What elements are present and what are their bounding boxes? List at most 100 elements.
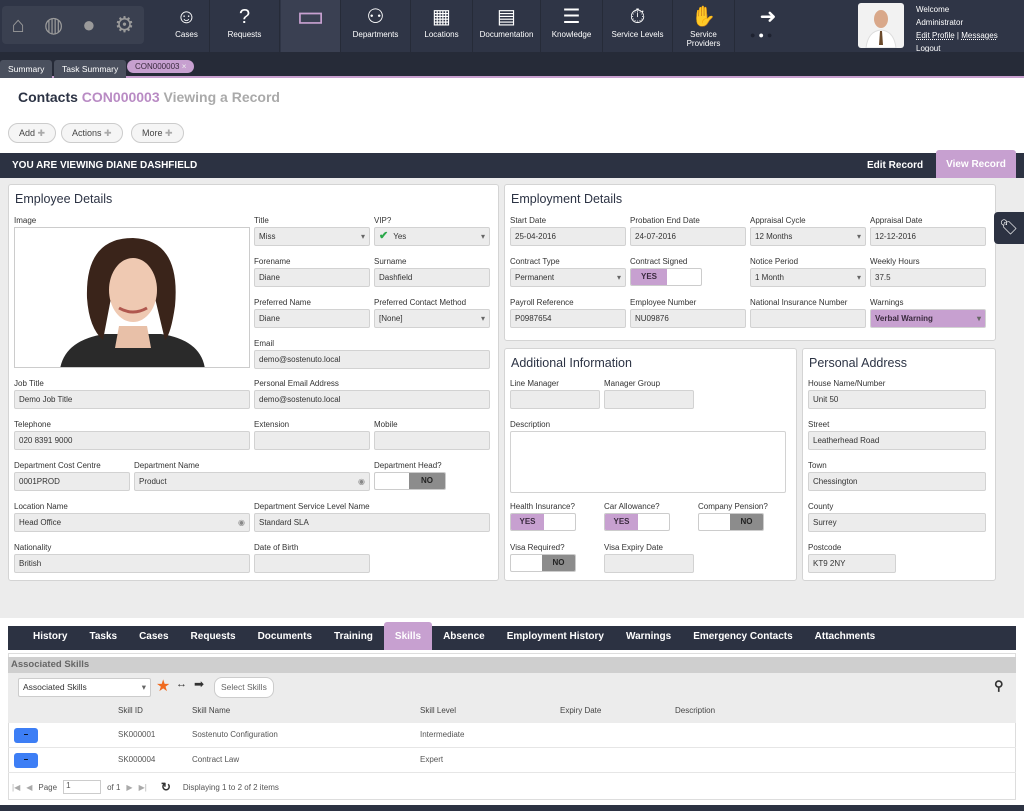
weekly-hours-field[interactable]: 37.5 [870, 268, 986, 287]
page-input[interactable]: 1 [63, 780, 102, 794]
nationality-field[interactable]: British [14, 554, 250, 573]
add-button[interactable]: Add ✚ [8, 123, 57, 143]
job-title-field[interactable]: Demo Job Title [14, 390, 250, 409]
town-field[interactable]: Chessington [808, 472, 986, 491]
user-icon[interactable]: ● [82, 12, 95, 38]
export-icon[interactable]: ➡ [194, 677, 204, 691]
visa-required-toggle[interactable]: NO [510, 554, 576, 572]
title-select[interactable]: Miss [254, 227, 370, 246]
date-of-birth-field[interactable] [254, 554, 370, 573]
tab-skills[interactable]: Skills [383, 622, 433, 650]
tab-task-summary[interactable]: Task Summary [54, 60, 127, 78]
visa-expiry-date-field[interactable] [604, 554, 694, 573]
department-service-level-name-field[interactable]: Standard SLA [254, 513, 490, 532]
more-button[interactable]: More ✚ [131, 123, 184, 143]
tab-tasks[interactable]: Tasks [78, 626, 128, 650]
tab-summary[interactable]: Summary [0, 60, 53, 78]
tab-requests[interactable]: Requests [180, 626, 247, 650]
nav-item-contacts[interactable]: ▭ [281, 0, 341, 52]
column-header-skill-name[interactable]: Skill Name [192, 706, 230, 715]
view-record-button[interactable]: View Record [936, 150, 1016, 178]
gear-icon[interactable]: ⚙ [115, 12, 135, 38]
nav-item-knowledge[interactable]: ☰ Knowledge [541, 0, 603, 52]
health-insurance-toggle[interactable]: YES [510, 513, 576, 531]
description-field[interactable] [510, 431, 786, 493]
house-name-number-field[interactable]: Unit 50 [808, 390, 986, 409]
tag-icon[interactable]: 🏷 [994, 212, 1024, 244]
national-insurance-number-field[interactable] [750, 309, 866, 328]
first-page-icon[interactable]: |◀ [12, 783, 20, 792]
street-field[interactable]: Leatherhead Road [808, 431, 986, 450]
preferred-name-field[interactable]: Diane [254, 309, 370, 328]
notice-period-select[interactable]: 1 Month [750, 268, 866, 287]
close-icon[interactable]: × [182, 62, 187, 71]
tab-employment-history[interactable]: Employment History [496, 626, 615, 650]
pager-dots[interactable]: ●●● [750, 30, 775, 40]
employee-photo[interactable] [14, 227, 250, 368]
personal-email-address-field[interactable]: demo@sostenuto.local [254, 390, 490, 409]
department-cost-centre-field[interactable]: 0001PROD [14, 472, 130, 491]
prev-page-icon[interactable]: ◀ [26, 783, 32, 792]
location-name-field[interactable]: Head Office [14, 513, 250, 532]
tab-record[interactable]: CON000003 × [127, 60, 195, 73]
preferred-contact-method-select[interactable]: [None] [374, 309, 490, 328]
appraisal-cycle-select[interactable]: 12 Months [750, 227, 866, 246]
star-icon[interactable]: ★ [156, 676, 170, 696]
probation-end-date-field[interactable]: 24-07-2016 [630, 227, 746, 246]
email-field[interactable]: demo@sostenuto.local [254, 350, 490, 369]
view-select[interactable]: Associated Skills ▾ [18, 678, 151, 697]
appraisal-date-field[interactable]: 12-12-2016 [870, 227, 986, 246]
column-header-skill-id[interactable]: Skill ID [118, 706, 143, 715]
remove-skill-button[interactable]: – [14, 753, 38, 768]
next-page-icon[interactable]: ▶ [126, 783, 132, 792]
tab-cases[interactable]: Cases [128, 626, 179, 650]
tab-emergency-contacts[interactable]: Emergency Contacts [682, 626, 803, 650]
line-manager-field[interactable] [510, 390, 600, 409]
next-arrow-icon[interactable]: ➜ [736, 4, 800, 29]
globe-icon[interactable]: ◍ [44, 12, 63, 38]
start-date-field[interactable]: 25-04-2016 [510, 227, 626, 246]
nav-item-departments[interactable]: ⚇ Departments [341, 0, 411, 52]
actions-button[interactable]: Actions ✚ [61, 123, 123, 143]
telephone-field[interactable]: 020 8391 9000 [14, 431, 250, 450]
department-head-toggle[interactable]: NO [374, 472, 446, 490]
home-icon[interactable]: ⌂ [12, 12, 25, 38]
avatar[interactable] [858, 3, 904, 48]
extension-field[interactable] [254, 431, 370, 450]
manager-group-field[interactable] [604, 390, 694, 409]
refresh-icon[interactable]: ↻ [161, 780, 171, 794]
car-allowance-toggle[interactable]: YES [604, 513, 670, 531]
column-header-skill-level[interactable]: Skill Level [420, 706, 456, 715]
employee-number-field[interactable]: NU09876 [630, 309, 746, 328]
tab-documents[interactable]: Documents [247, 626, 323, 650]
resize-columns-icon[interactable]: ↔ [176, 678, 187, 690]
nav-item-requests[interactable]: ? Requests [210, 0, 280, 52]
remove-skill-button[interactable]: – [14, 728, 38, 743]
forename-field[interactable]: Diane [254, 268, 370, 287]
last-page-icon[interactable]: ▶| [139, 783, 147, 792]
mobile-field[interactable] [374, 431, 490, 450]
tab-history[interactable]: History [22, 626, 78, 650]
nav-item-locations[interactable]: ▦ Locations [411, 0, 473, 52]
tab-training[interactable]: Training [323, 626, 384, 650]
nav-item-documentation[interactable]: ▤ Documentation [473, 0, 541, 52]
edit-profile-link[interactable]: Edit Profile [916, 31, 955, 40]
contract-type-select[interactable]: Permanent [510, 268, 626, 287]
select-skills-button[interactable]: Select Skills [214, 677, 274, 698]
company-pension-toggle[interactable]: NO [698, 513, 764, 531]
contract-signed-toggle[interactable]: YES [630, 268, 702, 286]
search-icon[interactable]: ⚲ [994, 678, 1004, 694]
warnings-select[interactable]: Verbal Warning [870, 309, 986, 328]
county-field[interactable]: Surrey [808, 513, 986, 532]
messages-link[interactable]: Messages [961, 31, 997, 40]
payroll-reference-field[interactable]: P0987654 [510, 309, 626, 328]
tab-attachments[interactable]: Attachments [804, 626, 887, 650]
column-header-description[interactable]: Description [675, 706, 715, 715]
tab-absence[interactable]: Absence [432, 626, 496, 650]
nav-item-service-levels[interactable]: ⏱ Service Levels [603, 0, 673, 52]
surname-field[interactable]: Dashfield [374, 268, 490, 287]
nav-item-service-providers[interactable]: ✋ Service Providers [673, 0, 735, 52]
edit-record-button[interactable]: Edit Record [867, 153, 923, 178]
column-header-expiry-date[interactable]: Expiry Date [560, 706, 601, 715]
department-name-field[interactable]: Product [134, 472, 370, 491]
